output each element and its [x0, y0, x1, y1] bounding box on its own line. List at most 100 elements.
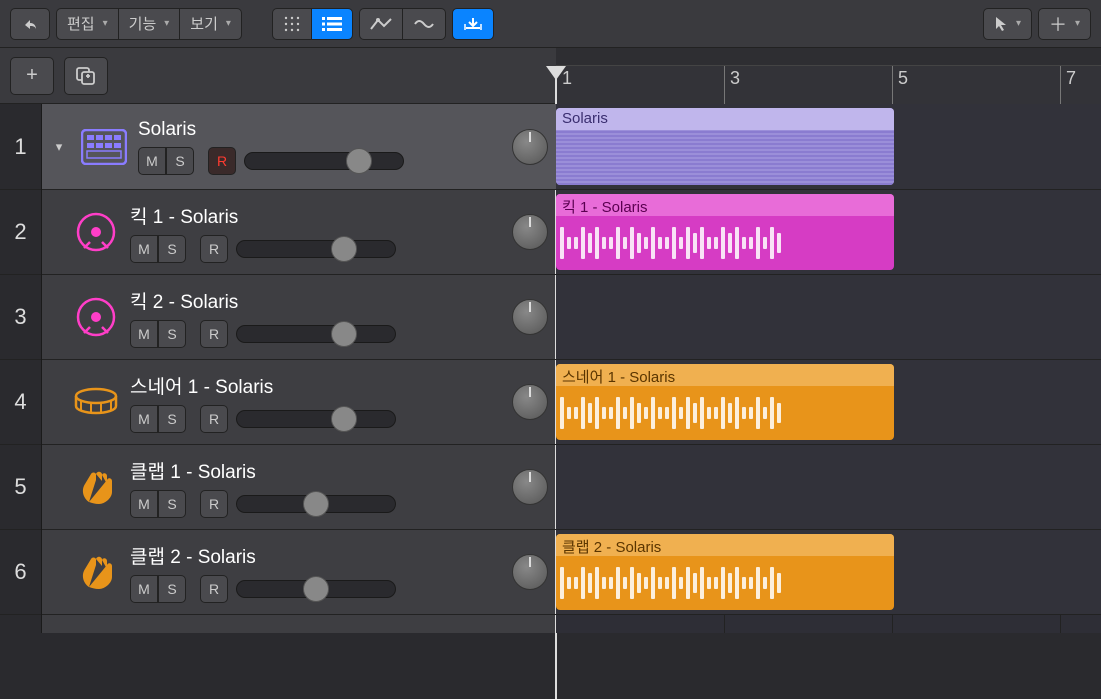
- track-info: 킥 2 - Solaris MS R: [130, 287, 502, 348]
- volume-slider[interactable]: [236, 325, 396, 343]
- duplicate-track-button[interactable]: [64, 57, 108, 95]
- region-label: 클랩 2 - Solaris: [556, 534, 894, 556]
- region[interactable]: 클랩 2 - Solaris: [556, 534, 894, 610]
- snap-icon: [463, 16, 483, 32]
- track-info: 킥 1 - Solaris MS R: [130, 202, 502, 263]
- mute-button[interactable]: M: [130, 575, 158, 603]
- solo-button[interactable]: S: [158, 235, 186, 263]
- chevron-down-icon: ▾: [103, 18, 108, 29]
- record-arm-button[interactable]: R: [200, 575, 228, 603]
- track-number-column: 1 2 3 4 5 6: [0, 104, 42, 633]
- solo-button[interactable]: S: [166, 147, 194, 175]
- track-number[interactable]: 5: [0, 445, 41, 530]
- volume-slider[interactable]: [236, 580, 396, 598]
- volume-slider[interactable]: [236, 410, 396, 428]
- menu-view-label: 보기: [190, 13, 218, 34]
- timeline-row[interactable]: 스네어 1 - Solaris: [556, 360, 1101, 445]
- region[interactable]: 킥 1 - Solaris: [556, 194, 894, 270]
- pan-knob[interactable]: [512, 299, 548, 335]
- track-number[interactable]: 3: [0, 275, 41, 360]
- chevron-down-icon: ▾: [1016, 18, 1021, 29]
- kick-icon: [72, 208, 120, 256]
- menu-view[interactable]: 보기▾: [179, 8, 242, 40]
- duplicate-icon: [75, 66, 97, 86]
- track-header[interactable]: 클랩 1 - Solaris MS R: [42, 445, 556, 530]
- timeline-row[interactable]: [556, 445, 1101, 530]
- solo-button[interactable]: S: [158, 405, 186, 433]
- track-number[interactable]: 1: [0, 104, 41, 190]
- clap-icon: [72, 548, 120, 596]
- track-number[interactable]: 2: [0, 190, 41, 275]
- record-arm-button[interactable]: R: [200, 235, 228, 263]
- volume-slider[interactable]: [244, 152, 404, 170]
- region-label: 킥 1 - Solaris: [556, 194, 894, 216]
- flex-button[interactable]: [402, 8, 446, 40]
- solo-button[interactable]: S: [158, 490, 186, 518]
- record-arm-button[interactable]: R: [200, 490, 228, 518]
- mute-button[interactable]: M: [130, 490, 158, 518]
- solo-button[interactable]: S: [158, 575, 186, 603]
- menu-edit-label: 편집: [67, 13, 95, 34]
- pan-knob[interactable]: [512, 129, 548, 165]
- ruler-mark: 5: [898, 68, 908, 89]
- track-info: Solaris M S R: [138, 119, 502, 175]
- mute-button[interactable]: M: [130, 320, 158, 348]
- playhead[interactable]: [546, 66, 566, 80]
- pan-knob[interactable]: [512, 469, 548, 505]
- timeline-row[interactable]: 킥 1 - Solaris: [556, 190, 1101, 275]
- snare-icon: [72, 378, 120, 426]
- solo-button[interactable]: S: [158, 320, 186, 348]
- back-button[interactable]: [10, 8, 50, 40]
- record-arm-button[interactable]: R: [200, 405, 228, 433]
- timeline[interactable]: Solaris 킥 1 - Solaris 스네어 1 - Solaris 클랩…: [556, 104, 1101, 633]
- list-view-button[interactable]: [311, 8, 353, 40]
- mute-button[interactable]: M: [138, 147, 166, 175]
- pointer-icon: [994, 16, 1008, 32]
- region[interactable]: 스네어 1 - Solaris: [556, 364, 894, 440]
- menu-function-label: 기능: [129, 13, 157, 34]
- region-body: [556, 556, 894, 610]
- track-header[interactable]: 킥 1 - Solaris MS R: [42, 190, 556, 275]
- mute-button[interactable]: M: [130, 405, 158, 433]
- pan-knob[interactable]: [512, 554, 548, 590]
- track-header[interactable]: 킥 2 - Solaris MS R: [42, 275, 556, 360]
- track-name[interactable]: 클랩 2 - Solaris: [130, 542, 502, 569]
- track-name[interactable]: 클랩 1 - Solaris: [130, 457, 502, 484]
- track-header[interactable]: 클랩 2 - Solaris MS R: [42, 530, 556, 615]
- region-body: [556, 386, 894, 440]
- ruler-main[interactable]: 1 3 5 7: [556, 66, 1101, 104]
- add-tool-button[interactable]: ＋ ▾: [1038, 8, 1091, 40]
- automation-button[interactable]: [359, 8, 402, 40]
- add-track-button[interactable]: +: [10, 57, 54, 95]
- kick-icon: [72, 293, 120, 341]
- pan-knob[interactable]: [512, 214, 548, 250]
- track-number[interactable]: 6: [0, 530, 41, 615]
- track-header[interactable]: ▾ Solaris M S R: [42, 104, 556, 190]
- disclosure-toggle[interactable]: ▾: [48, 136, 70, 158]
- snap-button[interactable]: [452, 8, 494, 40]
- timeline-row[interactable]: 클랩 2 - Solaris: [556, 530, 1101, 615]
- mute-button[interactable]: M: [130, 235, 158, 263]
- volume-slider[interactable]: [236, 240, 396, 258]
- ruler-top[interactable]: [556, 48, 1101, 66]
- track-name[interactable]: 킥 2 - Solaris: [130, 287, 502, 314]
- track-header[interactable]: 스네어 1 - Solaris MS R: [42, 360, 556, 445]
- menu-function[interactable]: 기능▾: [118, 8, 180, 40]
- track-name[interactable]: Solaris: [138, 119, 502, 141]
- ruler[interactable]: 1 3 5 7: [556, 48, 1101, 104]
- record-arm-button[interactable]: R: [200, 320, 228, 348]
- pan-knob[interactable]: [512, 384, 548, 420]
- pointer-tool-button[interactable]: ▾: [983, 8, 1032, 40]
- track-info: 스네어 1 - Solaris MS R: [130, 372, 502, 433]
- region[interactable]: Solaris: [556, 108, 894, 185]
- timeline-row[interactable]: [556, 275, 1101, 360]
- volume-slider[interactable]: [236, 495, 396, 513]
- record-arm-button[interactable]: R: [208, 147, 236, 175]
- grid-view-button[interactable]: [272, 8, 311, 40]
- track-number[interactable]: 4: [0, 360, 41, 445]
- track-name[interactable]: 킥 1 - Solaris: [130, 202, 502, 229]
- track-name[interactable]: 스네어 1 - Solaris: [130, 372, 502, 399]
- region-body: [556, 130, 894, 185]
- menu-edit[interactable]: 편집 ▾: [56, 8, 118, 40]
- timeline-row[interactable]: Solaris: [556, 104, 1101, 190]
